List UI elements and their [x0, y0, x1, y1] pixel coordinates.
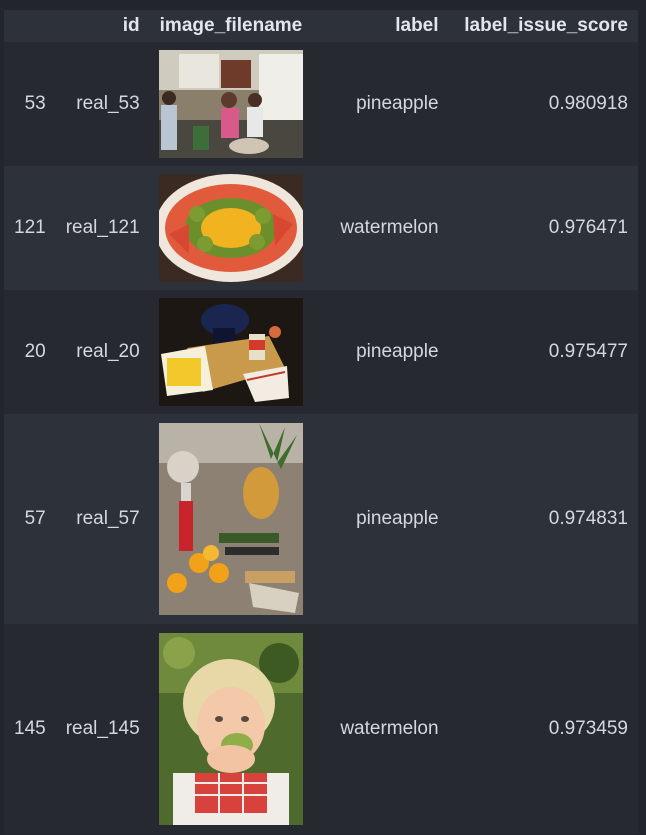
row-id: real_20 — [55, 290, 150, 414]
row-index: 20 — [4, 290, 56, 414]
row-id: real_145 — [55, 624, 150, 834]
row-label: pineapple — [312, 42, 449, 166]
row-index: 57 — [4, 414, 56, 624]
child-eating-photo — [158, 633, 303, 825]
row-id: real_57 — [55, 414, 150, 624]
row-index: 145 — [4, 624, 56, 834]
table-row: 121 real_121 watermelon 0.976471 — [4, 166, 638, 290]
row-label: watermelon — [312, 624, 449, 834]
fruit-platter-photo — [158, 174, 303, 282]
table-row: 145 real_145 watermelon 0.973459 — [4, 624, 638, 834]
row-score: 0.973459 — [448, 624, 638, 834]
table-row: 57 real_57 pineapple 0.974831 — [4, 414, 638, 624]
row-score: 0.974831 — [448, 414, 638, 624]
row-index: 53 — [4, 42, 56, 166]
row-label: watermelon — [312, 166, 449, 290]
header-label-issue-score: label_issue_score — [448, 10, 638, 42]
row-score: 0.975477 — [448, 290, 638, 414]
fondue-table-photo — [158, 298, 303, 406]
table-row: 53 real_53 pineapple 0.980918 — [4, 42, 638, 166]
header-id: id — [55, 10, 150, 42]
kitchen-people-photo — [158, 50, 303, 158]
row-score: 0.976471 — [448, 166, 638, 290]
row-index: 121 — [4, 166, 56, 290]
row-label: pineapple — [312, 290, 449, 414]
market-table-pineapple-photo — [158, 423, 303, 615]
header-label: label — [312, 10, 449, 42]
table-header-row: id image_filename label label_issue_scor… — [4, 10, 638, 42]
table-row: 20 real_20 pineapple 0.975477 — [4, 290, 638, 414]
header-image-filename: image_filename — [149, 10, 313, 42]
row-score: 0.980918 — [448, 42, 638, 166]
row-id: real_121 — [55, 166, 150, 290]
header-index — [4, 10, 56, 42]
row-label: pineapple — [312, 414, 449, 624]
row-id: real_53 — [55, 42, 150, 166]
label-issues-table: id image_filename label label_issue_scor… — [4, 10, 638, 834]
